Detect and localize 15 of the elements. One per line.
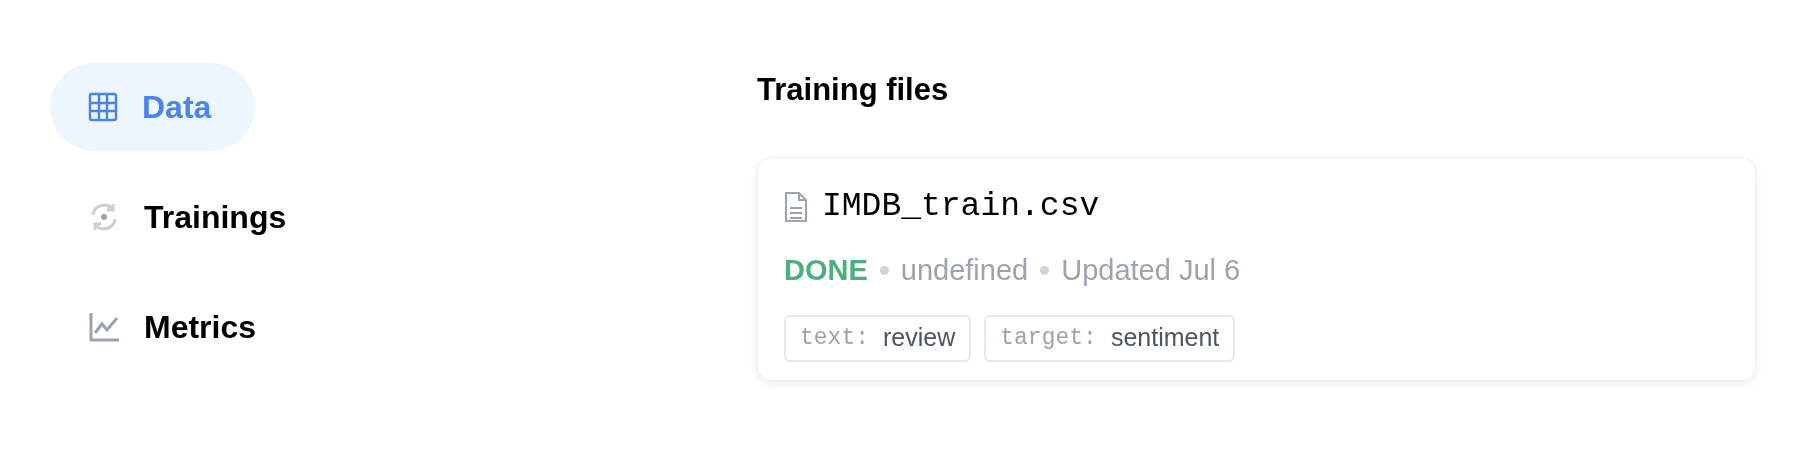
nav-item[interactable]: Trainings [50, 173, 331, 261]
nav-item[interactable]: Metrics [50, 283, 301, 371]
size-text: undefined [900, 253, 1029, 288]
document-icon [784, 190, 808, 223]
section-title: Training files [757, 74, 949, 105]
status-label: DONE [784, 253, 868, 288]
file-card[interactable]: IMDB_train.csv DONE undefined Updated Jul 6 text: review target: sentiment [757, 157, 1756, 381]
tag-key: target: [1000, 320, 1097, 356]
tag-value: review [883, 322, 956, 354]
tag-key: text: [800, 320, 869, 356]
grid-icon [88, 92, 118, 122]
file-name: IMDB_train.csv [822, 190, 1100, 223]
tag-value: sentiment [1110, 322, 1220, 354]
chart-icon [88, 311, 120, 343]
updated-text: Updated Jul 6 [1061, 253, 1241, 288]
